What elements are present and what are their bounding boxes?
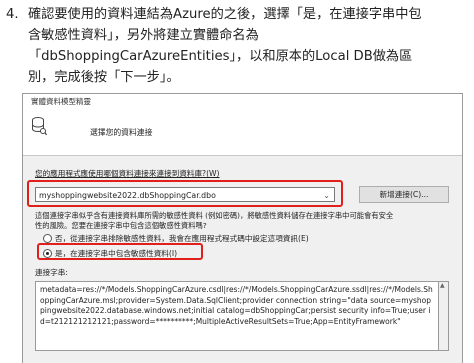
scroll-up-icon[interactable]: ▲: [440, 282, 445, 289]
database-icon: [32, 117, 47, 136]
entity-data-model-wizard: 實體資料模型精靈 選擇您的資料連接 您的應用程式應使用哪個資料連接來連接到資料庫…: [22, 93, 463, 363]
connection-question-label: 您的應用程式應使用哪個資料連接來連接到資料庫?(W): [35, 169, 220, 178]
wizard-header: 選擇您的資料連接: [23, 110, 462, 156]
sensitive-info-line-2: 性的風險。您要在連接字串中包含這個敏感性資料嗎?: [35, 221, 207, 230]
window-title: 實體資料模型精靈: [23, 94, 462, 110]
radio-exclude-sensitive[interactable]: [43, 234, 52, 243]
highlight-connection: [27, 180, 343, 207]
connection-string-label: 連接字串:: [35, 268, 68, 277]
instruction-line-3: 「dbShoppingCarAzureEntities」，以和原本的Local …: [28, 49, 413, 64]
instruction-line-2: 含敏感性資料」，另外將建立實體命名為: [28, 28, 259, 43]
instruction-line-1: 確認要使用的資料連結為Azure的之後，選擇「是，在連接字串中包: [28, 7, 422, 22]
sensitive-info-line-1: 這個連接字串似乎含有連接資料庫所需的敏感性資料 (例如密碼)，將敏感性資料儲存在…: [35, 211, 394, 220]
new-connection-button[interactable]: 新增連接(C)...: [359, 186, 449, 203]
connection-string-field[interactable]: metadata=res://*/Models.ShoppingCarAzure…: [35, 281, 439, 351]
step-number: 4.: [6, 7, 19, 22]
connection-string-scrollbar[interactable]: ▲: [439, 281, 449, 351]
highlight-include-option: [37, 243, 203, 260]
instruction-line-4: 別，完成後按「下一步」。: [28, 70, 180, 85]
page-title: 選擇您的資料連接: [90, 128, 153, 137]
